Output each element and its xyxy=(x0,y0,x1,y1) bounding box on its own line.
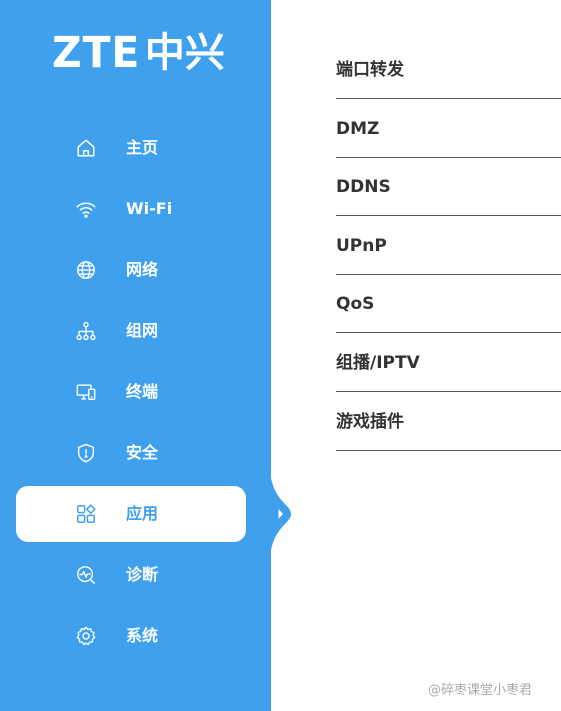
nav-item-network[interactable]: 网络 xyxy=(16,242,246,298)
shield-icon xyxy=(74,441,98,465)
nav-item-security[interactable]: 安全 xyxy=(16,425,246,481)
gear-icon xyxy=(74,624,98,648)
nav-item-label: 终端 xyxy=(126,382,159,401)
nav-item-label: 应用 xyxy=(126,504,159,523)
nav-item-devices[interactable]: 终端 xyxy=(16,364,246,420)
submenu-item-ddns[interactable]: DDNS xyxy=(336,159,561,217)
submenu-item-qos[interactable]: QoS xyxy=(336,276,561,334)
nav-item-label: 组网 xyxy=(126,321,159,340)
submenu-item-upnp[interactable]: UPnP xyxy=(336,218,561,275)
home-icon xyxy=(74,136,98,160)
nav-item-label: 安全 xyxy=(126,443,159,462)
network-topology-icon xyxy=(74,319,98,343)
nav-item-apps[interactable]: 应用 xyxy=(16,486,246,542)
nav-item-label: Wi-Fi xyxy=(126,199,173,218)
apps-icon xyxy=(74,502,98,526)
submenu-item-dmz[interactable]: DMZ xyxy=(336,101,561,158)
nav-item-label: 诊断 xyxy=(126,565,159,584)
submenu-item-port-forwarding[interactable]: 端口转发 xyxy=(336,42,561,99)
wifi-icon xyxy=(74,197,98,221)
diagnose-icon xyxy=(74,563,98,587)
active-menu-notch xyxy=(271,478,291,550)
nav-item-label: 主页 xyxy=(126,138,159,157)
nav-item-diagnostics[interactable]: 诊断 xyxy=(16,547,246,603)
submenu-panel: 端口转发 DMZ DDNS UPnP QoS 组播/IPTV 游戏插件 xyxy=(336,42,561,452)
submenu-item-multicast-iptv[interactable]: 组播/IPTV xyxy=(336,335,561,392)
nav-item-label: 网络 xyxy=(126,260,159,279)
globe-icon xyxy=(74,258,98,282)
nav-item-system[interactable]: 系统 xyxy=(16,608,246,664)
devices-icon xyxy=(74,380,98,404)
nav-item-label: 系统 xyxy=(126,626,159,645)
nav-item-wifi[interactable]: Wi-Fi xyxy=(16,181,246,237)
sidebar: ZTE 中兴 主页 Wi-Fi 网络 组网 终端 安全 应用 诊断 系统 xyxy=(0,0,271,711)
nav-item-home[interactable]: 主页 xyxy=(16,120,246,176)
watermark: @碎枣课堂小枣君 xyxy=(428,683,533,698)
nav-item-mesh[interactable]: 组网 xyxy=(16,303,246,359)
main-nav: 主页 Wi-Fi 网络 组网 终端 安全 应用 诊断 系统 xyxy=(0,0,271,711)
submenu-item-game-plugin[interactable]: 游戏插件 xyxy=(336,394,561,451)
